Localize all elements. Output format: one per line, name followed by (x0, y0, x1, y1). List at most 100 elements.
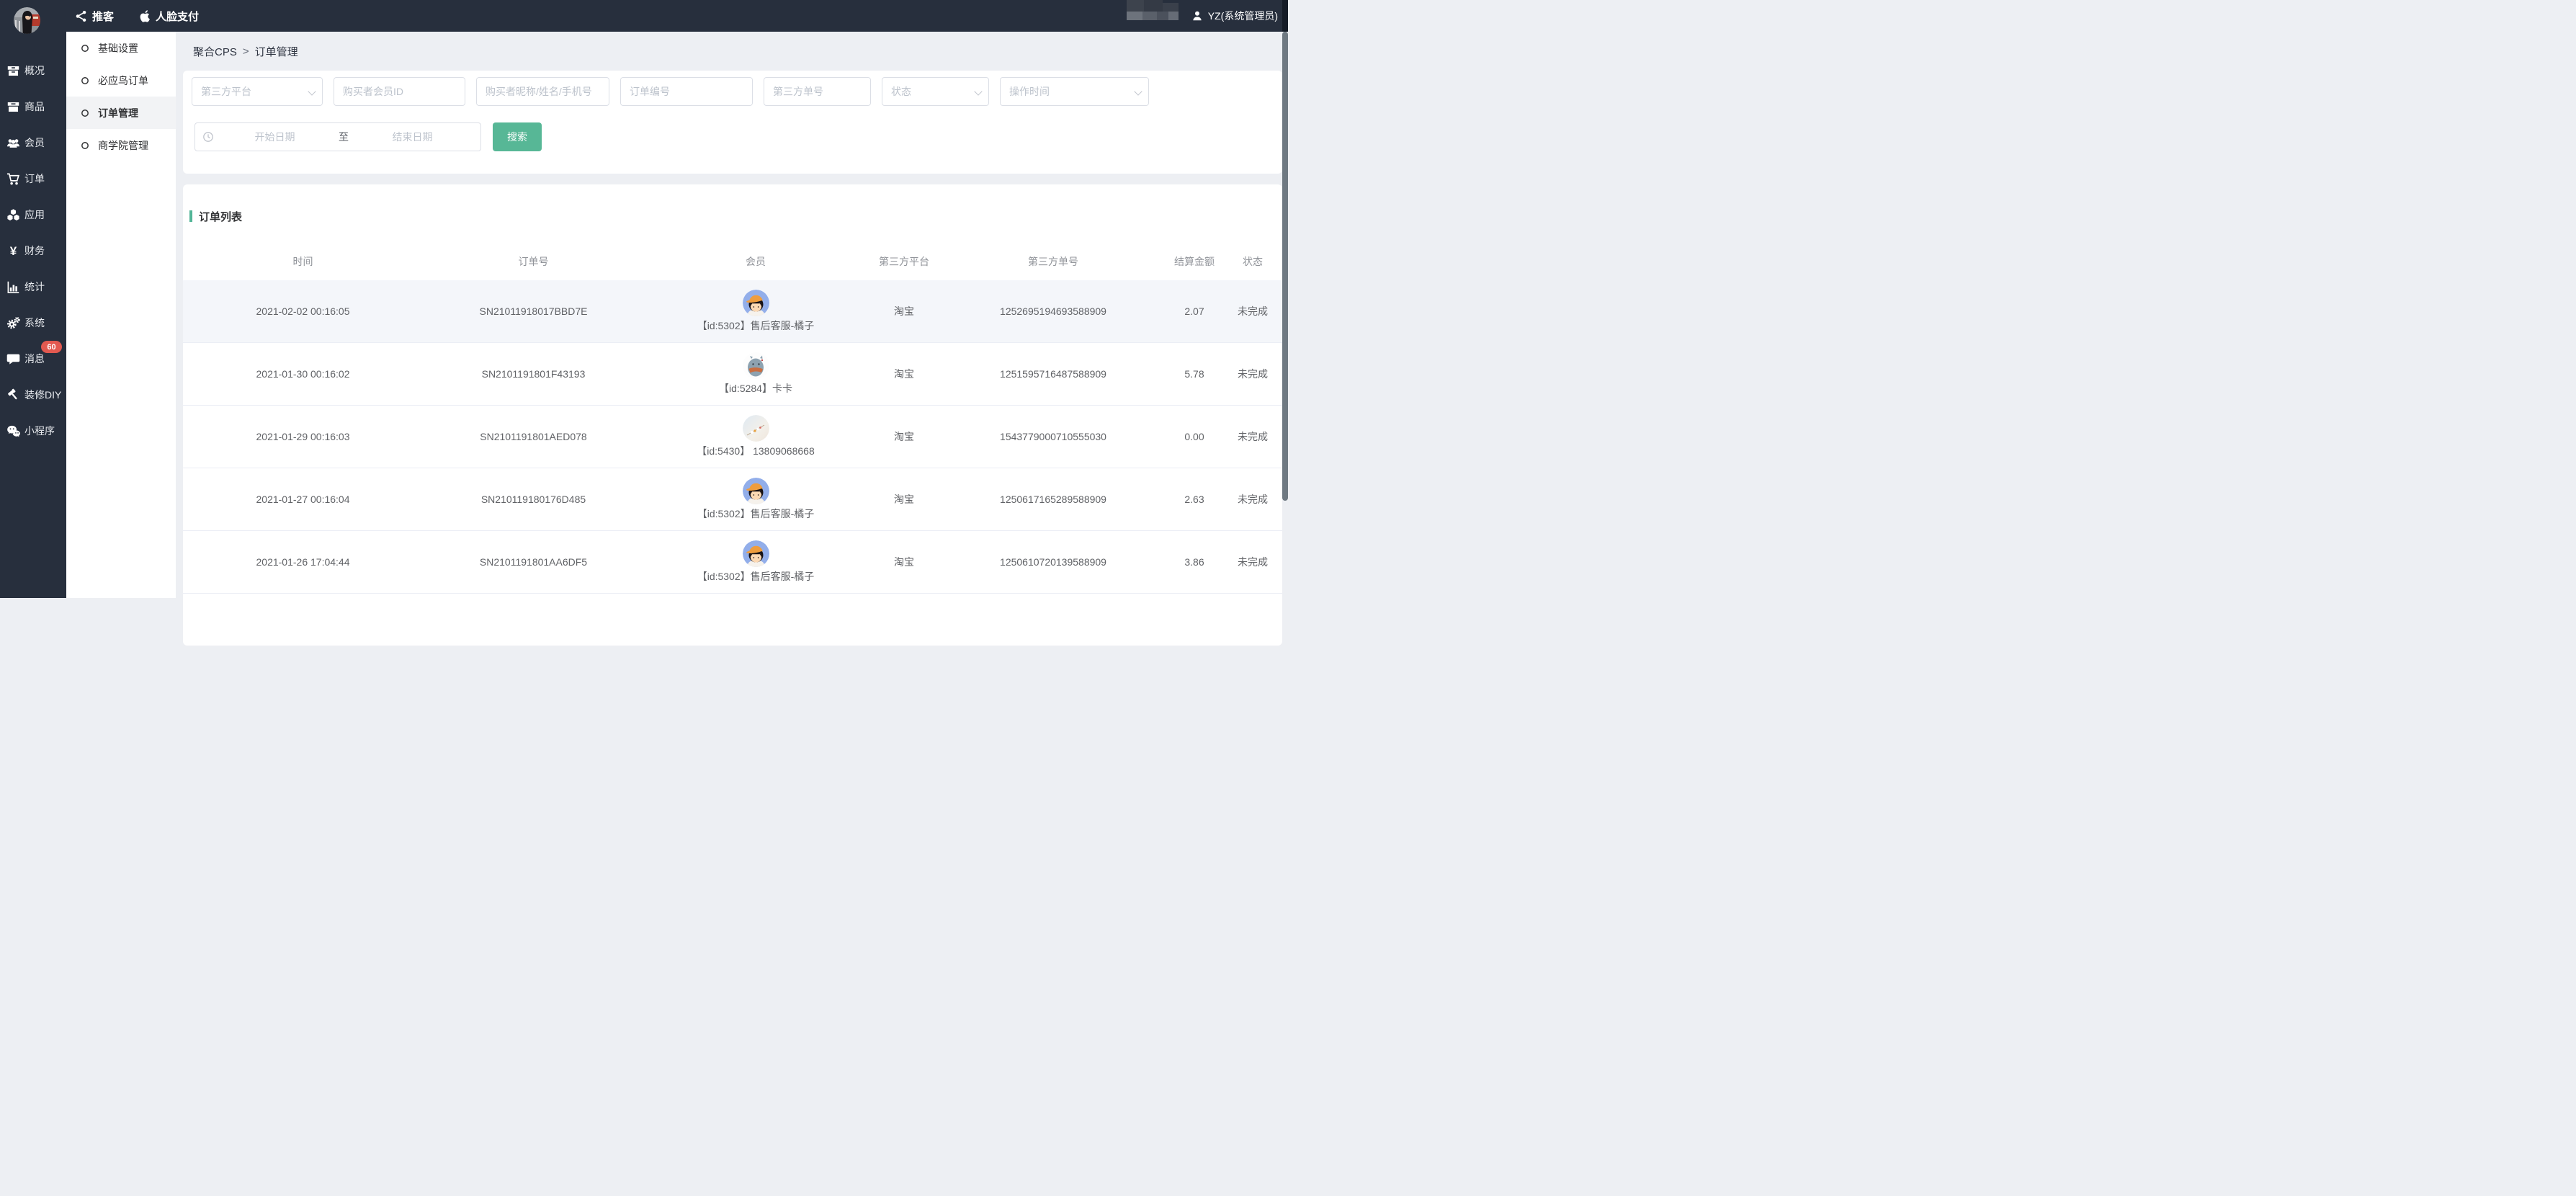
submenu-item-label: 订单管理 (98, 106, 138, 120)
sidebar-item[interactable]: 统计 (0, 269, 66, 305)
table-row: 2021-01-29 00:16:03 SN2101191801AED078 【… (183, 406, 1282, 468)
col-header-status: 状态 (1223, 254, 1282, 269)
col-header-order-no: 订单号 (423, 254, 644, 269)
filter-field[interactable] (476, 77, 609, 106)
filter-field[interactable] (334, 77, 465, 106)
filter-input[interactable] (476, 77, 609, 106)
tab-label: 人脸支付 (156, 9, 199, 24)
filter-panel: 开始日期 至 结束日期 搜索 (183, 71, 1282, 174)
sidebar-item[interactable]: ¥ 财务 (0, 233, 66, 269)
sidebar-item[interactable]: 装修DIY (0, 377, 66, 413)
cell-order-no: SN210119180176D485 (423, 494, 644, 505)
submenu-item[interactable]: 商学院管理 (66, 129, 176, 161)
filter-input[interactable] (764, 77, 871, 106)
filter-input[interactable] (1000, 77, 1149, 106)
filter-input[interactable] (620, 77, 753, 106)
user-label: YZ(系统管理员) (1208, 9, 1278, 23)
submenu-item[interactable]: 必应鸟订单 (66, 64, 176, 97)
sidebar-item-icon (6, 424, 20, 438)
start-date-placeholder[interactable]: 开始日期 (214, 130, 336, 144)
chevron-down-icon (975, 89, 981, 94)
filter-input[interactable] (192, 77, 323, 106)
cell-amount: 0.00 (1166, 431, 1223, 442)
filter-field[interactable] (620, 77, 753, 106)
primary-sidebar: 概况 商品 会员 订单 (0, 0, 66, 598)
sidebar-item-label: 概况 (24, 63, 45, 78)
sidebar-item[interactable]: 订单 (0, 161, 66, 197)
table-row: 2021-01-27 00:16:04 SN210119180176D485 【… (183, 468, 1282, 531)
cell-status: 未完成 (1223, 429, 1282, 444)
cell-status: 未完成 (1223, 304, 1282, 318)
censored-blur-region (1127, 0, 1179, 20)
sidebar-item-icon (6, 352, 20, 366)
cell-amount: 2.07 (1166, 305, 1223, 317)
top-tab[interactable]: 人脸支付 (138, 9, 199, 24)
table-body: 2021-02-02 00:16:05 SN21011918017BBD7E 【… (183, 280, 1282, 594)
cell-member: 【id:5302】售后客服-橘子 (644, 540, 867, 584)
cell-member: 【id:5302】售后客服-橘子 (644, 290, 867, 333)
vertical-scrollbar[interactable] (1282, 0, 1288, 598)
cell-third-party-no: 1252695194693588909 (941, 305, 1166, 317)
order-management-page: 推客 人脸支付 YZ(系统管理员) (0, 0, 1288, 598)
member-name: 【id:5302】售后客服-橘子 (697, 569, 815, 584)
member-avatar[interactable] (743, 478, 769, 504)
filter-input[interactable] (334, 77, 465, 106)
filter-field[interactable] (1000, 77, 1149, 106)
sidebar-item[interactable]: 小程序 (0, 413, 66, 449)
search-button[interactable]: 搜索 (493, 122, 542, 151)
sidebar-item-label: 消息 (24, 352, 45, 366)
date-range-picker[interactable]: 开始日期 至 结束日期 (194, 122, 481, 151)
cell-third-party-no: 1543779000710555030 (941, 431, 1166, 442)
sidebar-item-label: 小程序 (24, 424, 55, 438)
col-header-third-party-no: 第三方单号 (941, 254, 1166, 269)
cell-time: 2021-02-02 00:16:05 (183, 305, 423, 317)
submenu-item[interactable]: 订单管理 (66, 97, 176, 129)
sidebar-item[interactable]: 消息 60 (0, 341, 66, 377)
submenu-item-label: 必应鸟订单 (98, 73, 148, 88)
user-icon (1191, 10, 1203, 22)
sidebar-item[interactable]: 应用 (0, 197, 66, 233)
circle-icon (80, 140, 90, 151)
table-header: 时间 订单号 会员 第三方平台 第三方单号 结算金额 状态 (183, 242, 1282, 280)
sidebar-item[interactable]: 概况 (0, 53, 66, 89)
sidebar-item-label: 装修DIY (24, 388, 61, 402)
member-avatar[interactable] (743, 415, 769, 442)
tab-label: 推客 (92, 9, 114, 24)
circle-icon (80, 43, 90, 53)
sidebar-item[interactable]: 系统 (0, 305, 66, 341)
chevron-down-icon (1135, 89, 1141, 94)
profile-avatar[interactable] (14, 7, 40, 34)
cell-order-no: SN21011918017BBD7E (423, 305, 644, 317)
submenu-item-label: 基础设置 (98, 41, 138, 55)
sidebar-item-label: 应用 (24, 207, 45, 222)
member-avatar[interactable] (743, 352, 769, 379)
filter-field[interactable] (764, 77, 871, 106)
breadcrumb: 聚合CPS > 订单管理 (193, 32, 298, 71)
submenu-item[interactable]: 基础设置 (66, 32, 176, 64)
scrollbar-track-top (1282, 0, 1288, 32)
current-user[interactable]: YZ(系统管理员) (1191, 0, 1278, 32)
sidebar-item-icon (6, 64, 20, 78)
top-tab[interactable]: 推客 (75, 9, 114, 24)
cell-time: 2021-01-30 00:16:02 (183, 368, 423, 380)
filter-field[interactable] (192, 77, 323, 106)
filter-field[interactable] (882, 77, 989, 106)
circle-icon (80, 76, 90, 86)
filter-input[interactable] (882, 77, 989, 106)
breadcrumb-root[interactable]: 聚合CPS (193, 44, 237, 59)
date-separator: 至 (336, 130, 352, 144)
col-header-member: 会员 (644, 254, 867, 269)
member-avatar[interactable] (743, 540, 769, 567)
sidebar-item-icon (6, 136, 20, 150)
sidebar-item-label: 财务 (24, 244, 45, 258)
cell-order-no: SN2101191801F43193 (423, 368, 644, 380)
sidebar-item-icon (6, 100, 20, 114)
scrollbar-thumb[interactable] (1282, 32, 1288, 501)
sidebar-item[interactable]: 会员 (0, 125, 66, 161)
member-avatar[interactable] (743, 290, 769, 316)
sidebar-item-icon (6, 172, 20, 186)
member-name: 【id:5284】卡卡 (719, 381, 792, 396)
cell-amount: 3.86 (1166, 556, 1223, 568)
sidebar-item[interactable]: 商品 (0, 89, 66, 125)
end-date-placeholder[interactable]: 结束日期 (352, 130, 473, 144)
